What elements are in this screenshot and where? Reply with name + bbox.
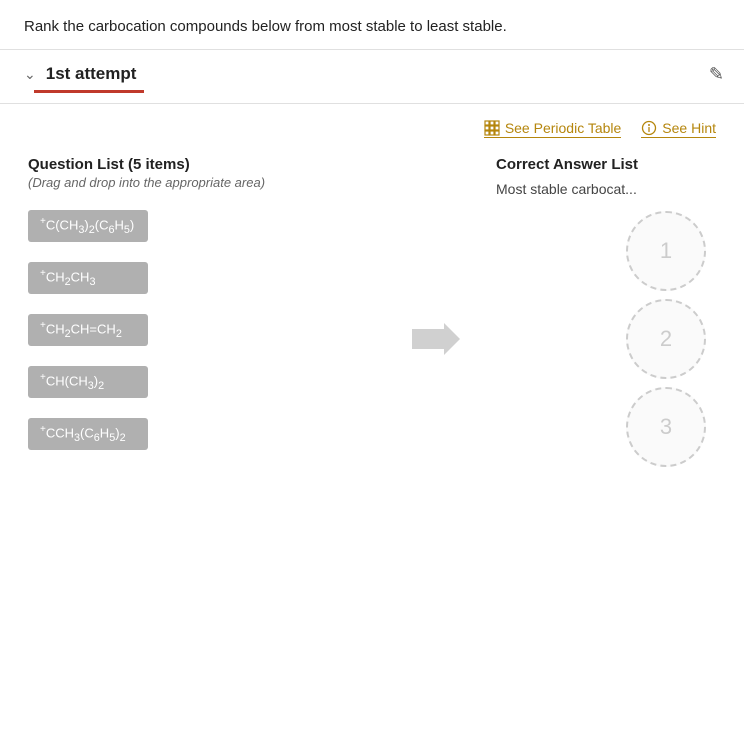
periodic-table-button[interactable]: See Periodic Table (484, 120, 621, 138)
compound-wrapper-5: +CCH3(C6H5)2 (28, 418, 376, 450)
hint-label: See Hint (662, 120, 716, 136)
most-stable-label: Most stable carbocat... (496, 181, 716, 197)
content-area: Question List (5 items) (Drag and drop i… (0, 146, 744, 487)
toolbar: See Periodic Table See Hint (0, 104, 744, 146)
hint-button[interactable]: See Hint (641, 120, 716, 138)
compound-wrapper-3: +CH2CH=CH2 (28, 314, 376, 346)
periodic-table-icon (484, 120, 500, 136)
drop-zone-1[interactable]: 1 (626, 211, 706, 291)
right-panel: Correct Answer List Most stable carbocat… (496, 156, 716, 467)
attempt-title: 1st attempt (46, 64, 137, 84)
edit-icon[interactable]: ✎ (709, 64, 724, 85)
drop-zone-3-number: 3 (660, 414, 672, 440)
compound-item-4[interactable]: +CH(CH3)2 (28, 366, 148, 398)
instruction-text: Rank the carbocation compounds below fro… (0, 0, 744, 50)
drop-zone-2[interactable]: 2 (626, 299, 706, 379)
compound-items-list: +C(CH3)2(C6H5) +CH2CH3 +CH2CH=CH2 +CH(CH… (28, 210, 376, 454)
question-list-subtitle: (Drag and drop into the appropriate area… (28, 175, 376, 190)
compound-wrapper-4: +CH(CH3)2 (28, 366, 376, 398)
arrow-container (396, 156, 476, 467)
drag-arrow-icon (412, 318, 460, 366)
compound-wrapper-2: +CH2CH3 (28, 262, 376, 294)
compound-item-1[interactable]: +C(CH3)2(C6H5) (28, 210, 148, 242)
compound-item-3[interactable]: +CH2CH=CH2 (28, 314, 148, 346)
drop-zone-1-number: 1 (660, 238, 672, 264)
compound-item-5[interactable]: +CCH3(C6H5)2 (28, 418, 148, 450)
hint-icon (641, 120, 657, 136)
compound-item-2[interactable]: +CH2CH3 (28, 262, 148, 294)
correct-answer-title: Correct Answer List (496, 156, 716, 173)
periodic-table-label: See Periodic Table (505, 120, 621, 136)
attempt-underline (34, 90, 144, 93)
compound-wrapper-1: +C(CH3)2(C6H5) (28, 210, 376, 242)
left-panel: Question List (5 items) (Drag and drop i… (28, 156, 376, 467)
attempt-chevron-icon[interactable]: ⌄ (24, 66, 36, 83)
drop-zone-3[interactable]: 3 (626, 387, 706, 467)
drop-zones-container: 1 2 3 (496, 211, 716, 467)
drop-zone-2-number: 2 (660, 326, 672, 352)
question-list-title: Question List (5 items) (28, 156, 376, 173)
